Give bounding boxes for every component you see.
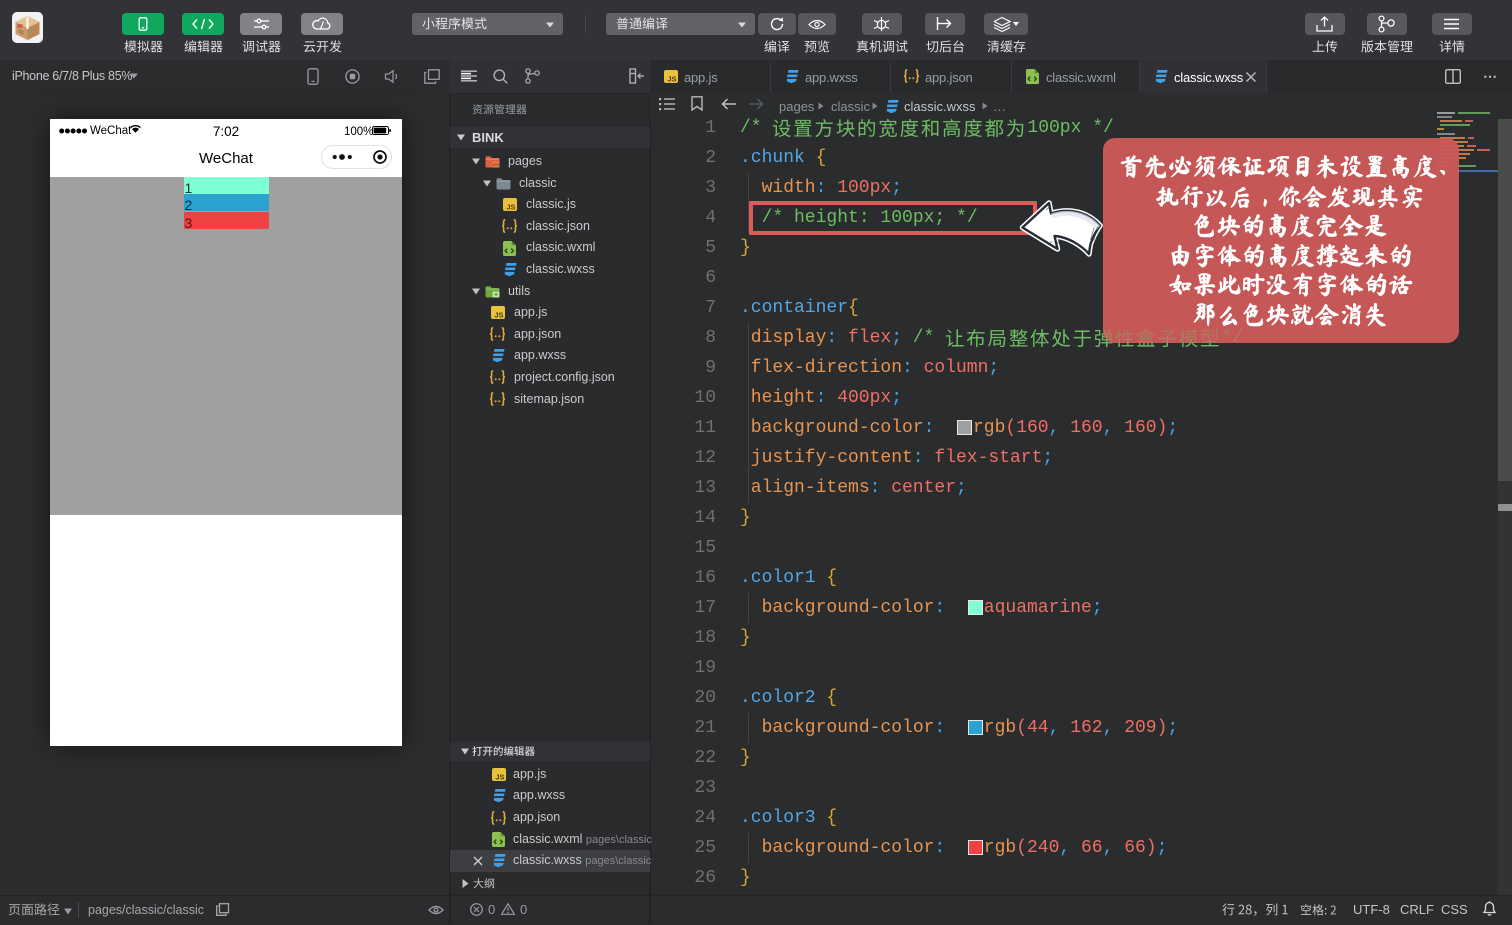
svg-text:JS: JS xyxy=(494,311,503,320)
svg-text:JS: JS xyxy=(667,74,676,83)
svg-text:JS: JS xyxy=(495,772,504,781)
svg-text:JS: JS xyxy=(506,203,515,212)
svg-text:+: + xyxy=(494,291,498,298)
svg-text:<>: <> xyxy=(493,162,499,168)
